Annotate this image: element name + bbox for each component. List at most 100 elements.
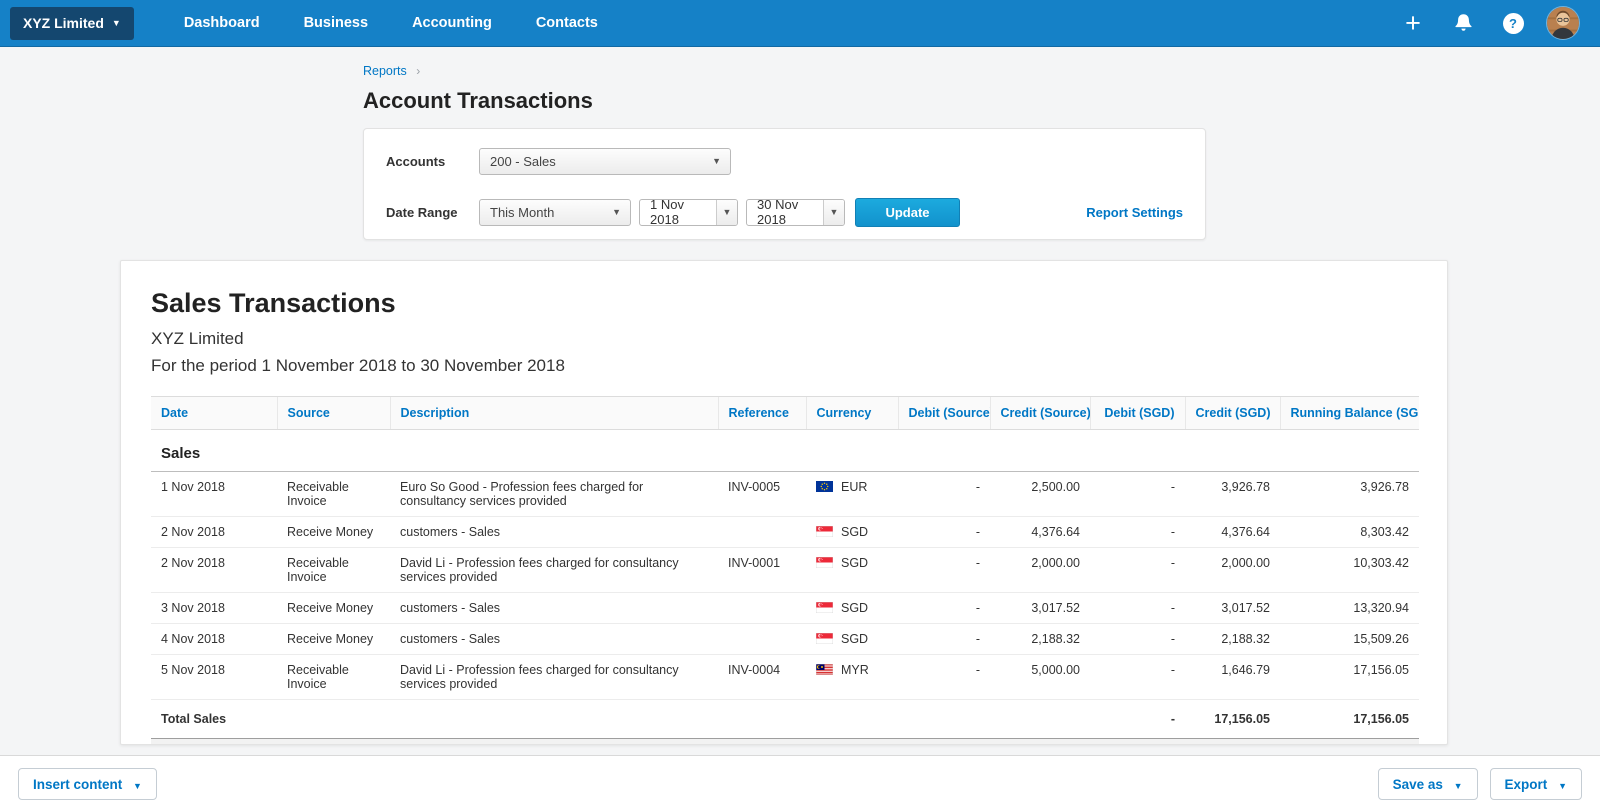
report-settings-link[interactable]: Report Settings bbox=[1086, 205, 1183, 220]
insert-content-button[interactable]: Insert content ▼ bbox=[18, 768, 157, 800]
table-body: Sales 1 Nov 2018Receivable InvoiceEuro S… bbox=[151, 430, 1419, 700]
currency-code: EUR bbox=[841, 480, 867, 494]
plus-icon[interactable]: + bbox=[1396, 6, 1430, 40]
currency-code: SGD bbox=[841, 556, 868, 570]
cell-running-balance: 17,156.05 bbox=[1280, 655, 1419, 700]
grand-total-running-balance: (17,156.05) bbox=[1280, 739, 1419, 746]
cell-source: Receivable Invoice bbox=[277, 655, 390, 700]
cell-currency: SGD bbox=[806, 548, 898, 593]
col-header-credit-sgd[interactable]: Credit (SGD) bbox=[1185, 397, 1280, 430]
col-header-date[interactable]: Date bbox=[151, 397, 277, 430]
update-button[interactable]: Update bbox=[855, 198, 960, 227]
nav-item-dashboard[interactable]: Dashboard bbox=[168, 0, 276, 47]
nav-item-contacts[interactable]: Contacts bbox=[520, 0, 614, 47]
col-header-running-balance[interactable]: Running Balance (SGD) bbox=[1280, 397, 1419, 430]
table-row[interactable]: 2 Nov 2018Receivable InvoiceDavid Li - P… bbox=[151, 548, 1419, 593]
page-title: Account Transactions bbox=[363, 88, 1600, 114]
cell-credit-sgd: 3,017.52 bbox=[1185, 593, 1280, 624]
export-button[interactable]: Export ▼ bbox=[1490, 768, 1582, 800]
currency-code: SGD bbox=[841, 525, 868, 539]
accounts-label: Accounts bbox=[386, 154, 464, 169]
grand-total-credit-sgd: 17,156.05 bbox=[1185, 739, 1280, 746]
cell-running-balance: 13,320.94 bbox=[1280, 593, 1419, 624]
cell-source: Receivable Invoice bbox=[277, 548, 390, 593]
cell-description: Euro So Good - Profession fees charged f… bbox=[390, 472, 718, 517]
cell-description: David Li - Profession fees charged for c… bbox=[390, 655, 718, 700]
cell-date: 2 Nov 2018 bbox=[151, 517, 277, 548]
flag-sgd-icon bbox=[816, 632, 841, 646]
cell-debit-sgd: - bbox=[1090, 472, 1185, 517]
table-row[interactable]: 4 Nov 2018Receive Moneycustomers - Sales… bbox=[151, 624, 1419, 655]
date-range-select[interactable]: This Month ▼ bbox=[479, 199, 631, 226]
chevron-down-icon: ▼ bbox=[716, 200, 737, 225]
cell-source: Receive Money bbox=[277, 624, 390, 655]
footer-action-bar: Insert content ▼ Save as ▼ Export ▼ bbox=[0, 755, 1600, 812]
date-to-value: 30 Nov 2018 bbox=[747, 200, 823, 225]
cell-debit-sgd: - bbox=[1090, 548, 1185, 593]
table-row[interactable]: 3 Nov 2018Receive Moneycustomers - Sales… bbox=[151, 593, 1419, 624]
transactions-table: Date Source Description Reference Curren… bbox=[151, 396, 1419, 745]
date-range-label: Date Range bbox=[386, 205, 464, 220]
cell-credit-source: 2,188.32 bbox=[990, 624, 1090, 655]
nav-item-business[interactable]: Business bbox=[288, 0, 384, 47]
date-to-picker[interactable]: 30 Nov 2018 ▼ bbox=[746, 199, 845, 226]
cell-running-balance: 10,303.42 bbox=[1280, 548, 1419, 593]
cell-date: 5 Nov 2018 bbox=[151, 655, 277, 700]
table-row[interactable]: 1 Nov 2018Receivable InvoiceEuro So Good… bbox=[151, 472, 1419, 517]
cell-credit-source: 3,017.52 bbox=[990, 593, 1090, 624]
cell-credit-source: 4,376.64 bbox=[990, 517, 1090, 548]
cell-currency: SGD bbox=[806, 517, 898, 548]
save-as-button[interactable]: Save as ▼ bbox=[1378, 768, 1478, 800]
date-range-select-value: This Month bbox=[490, 205, 554, 220]
table-row[interactable]: 5 Nov 2018Receivable InvoiceDavid Li - P… bbox=[151, 655, 1419, 700]
cell-debit-source: - bbox=[898, 517, 990, 548]
chevron-down-icon: ▼ bbox=[1454, 781, 1463, 791]
grand-total-label: Total bbox=[151, 739, 1090, 746]
cell-running-balance: 8,303.42 bbox=[1280, 517, 1419, 548]
cell-debit-sgd: - bbox=[1090, 655, 1185, 700]
org-switcher-button[interactable]: XYZ Limited ▼ bbox=[10, 7, 134, 40]
col-header-description[interactable]: Description bbox=[390, 397, 718, 430]
nav-item-accounting[interactable]: Accounting bbox=[396, 0, 508, 47]
col-header-reference[interactable]: Reference bbox=[718, 397, 806, 430]
cell-credit-sgd: 2,188.32 bbox=[1185, 624, 1280, 655]
col-header-debit-source[interactable]: Debit (Source) bbox=[898, 397, 990, 430]
cell-reference bbox=[718, 624, 806, 655]
cell-source: Receive Money bbox=[277, 593, 390, 624]
org-name: XYZ Limited bbox=[23, 15, 104, 31]
date-from-value: 1 Nov 2018 bbox=[640, 200, 716, 225]
col-header-source[interactable]: Source bbox=[277, 397, 390, 430]
flag-myr-icon bbox=[816, 663, 841, 677]
col-header-credit-source[interactable]: Credit (Source) bbox=[990, 397, 1090, 430]
table-row[interactable]: 2 Nov 2018Receive Moneycustomers - Sales… bbox=[151, 517, 1419, 548]
avatar[interactable] bbox=[1546, 6, 1580, 40]
flag-sgd-icon bbox=[816, 525, 841, 539]
save-as-label: Save as bbox=[1393, 777, 1443, 792]
cell-date: 3 Nov 2018 bbox=[151, 593, 277, 624]
col-header-debit-sgd[interactable]: Debit (SGD) bbox=[1090, 397, 1185, 430]
total-sales-credit-sgd: 17,156.05 bbox=[1185, 700, 1280, 739]
cell-credit-source: 2,000.00 bbox=[990, 548, 1090, 593]
currency-code: SGD bbox=[841, 601, 868, 615]
chevron-down-icon: ▼ bbox=[823, 200, 844, 225]
cell-debit-source: - bbox=[898, 472, 990, 517]
accounts-select[interactable]: 200 - Sales ▼ bbox=[479, 148, 731, 175]
cell-date: 2 Nov 2018 bbox=[151, 548, 277, 593]
section-label: Sales bbox=[151, 430, 1419, 472]
bell-icon[interactable] bbox=[1446, 6, 1480, 40]
col-header-currency[interactable]: Currency bbox=[806, 397, 898, 430]
cell-debit-sgd: - bbox=[1090, 593, 1185, 624]
cell-credit-source: 5,000.00 bbox=[990, 655, 1090, 700]
help-icon[interactable]: ? bbox=[1496, 6, 1530, 40]
cell-credit-sgd: 3,926.78 bbox=[1185, 472, 1280, 517]
flag-eur-icon bbox=[816, 480, 841, 494]
breadcrumb-reports-link[interactable]: Reports bbox=[363, 64, 407, 78]
cell-reference: INV-0005 bbox=[718, 472, 806, 517]
date-from-picker[interactable]: 1 Nov 2018 ▼ bbox=[639, 199, 738, 226]
report-company: XYZ Limited bbox=[151, 329, 1417, 349]
cell-credit-sgd: 2,000.00 bbox=[1185, 548, 1280, 593]
main-nav: Dashboard Business Accounting Contacts bbox=[162, 0, 620, 47]
table-header-row: Date Source Description Reference Curren… bbox=[151, 397, 1419, 430]
cell-debit-source: - bbox=[898, 655, 990, 700]
cell-date: 4 Nov 2018 bbox=[151, 624, 277, 655]
